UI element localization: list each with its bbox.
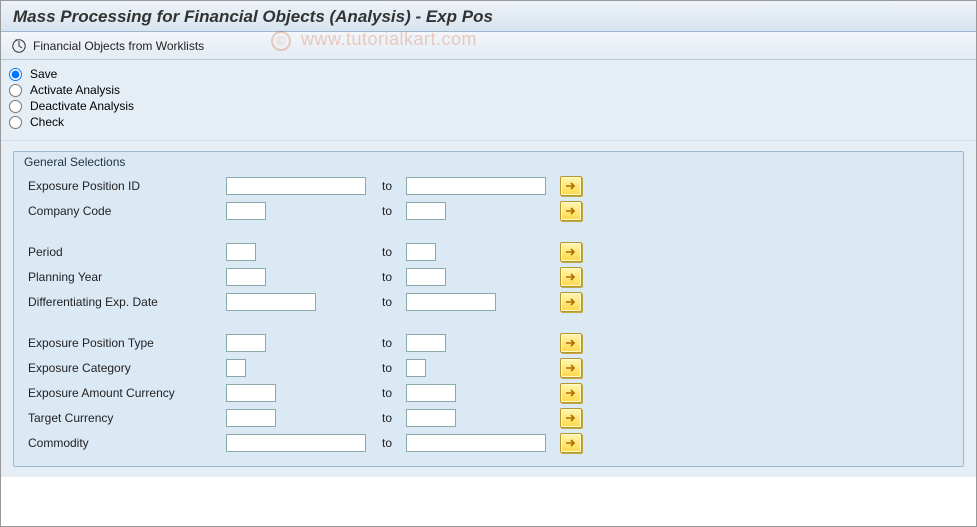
to-label: to xyxy=(376,295,406,309)
arrow-right-icon xyxy=(565,181,577,191)
field-row-exposure_category: Exposure Category to xyxy=(26,356,951,380)
to-label: to xyxy=(376,245,406,259)
action-radio-group: Save Activate Analysis Deactivate Analysis… xyxy=(1,60,976,141)
toolbar: Financial Objects from Worklists xyxy=(1,32,976,60)
radio-save[interactable]: Save xyxy=(9,66,968,82)
exposure_amount_ccy-to-input[interactable] xyxy=(406,384,456,402)
target_currency-multi-select-button[interactable] xyxy=(560,408,582,428)
field-row-company_code: Company Code to xyxy=(26,199,951,223)
field-label: Exposure Amount Currency xyxy=(26,386,226,400)
field-row-exposure_position_type: Exposure Position Type to xyxy=(26,331,951,355)
to-label: to xyxy=(376,179,406,193)
target_currency-to-input[interactable] xyxy=(406,409,456,427)
radio-input-check[interactable] xyxy=(9,116,22,129)
to-label: to xyxy=(376,411,406,425)
group-title: General Selections xyxy=(24,155,125,169)
planning_year-to-input[interactable] xyxy=(406,268,446,286)
general-selections-group: General Selections Exposure Position ID t… xyxy=(13,151,964,467)
to-label: to xyxy=(376,336,406,350)
arrow-right-icon xyxy=(565,206,577,216)
field-label: Differentiating Exp. Date xyxy=(26,295,226,309)
to-label: to xyxy=(376,204,406,218)
company_code-multi-select-button[interactable] xyxy=(560,201,582,221)
radio-input-activate[interactable] xyxy=(9,84,22,97)
field-row-target_currency: Target Currency to xyxy=(26,406,951,430)
radio-activate[interactable]: Activate Analysis xyxy=(9,82,968,98)
arrow-right-icon xyxy=(565,272,577,282)
period-to-input[interactable] xyxy=(406,243,436,261)
spacer xyxy=(26,224,951,240)
radio-label: Deactivate Analysis xyxy=(30,99,134,113)
field-label: Company Code xyxy=(26,204,226,218)
exposure_category-to-input[interactable] xyxy=(406,359,426,377)
arrow-right-icon xyxy=(565,438,577,448)
spacer xyxy=(26,315,951,331)
field-row-exposure_position_id: Exposure Position ID to xyxy=(26,174,951,198)
content-area: General Selections Exposure Position ID t… xyxy=(1,141,976,477)
to-label: to xyxy=(376,270,406,284)
exposure_amount_ccy-from-input[interactable] xyxy=(226,384,276,402)
field-row-commodity: Commodity to xyxy=(26,431,951,455)
toolbar-item-worklists[interactable]: Financial Objects from Worklists xyxy=(33,39,204,53)
company_code-from-input[interactable] xyxy=(226,202,266,220)
target_currency-from-input[interactable] xyxy=(226,409,276,427)
field-label: Commodity xyxy=(26,436,226,450)
field-label: Planning Year xyxy=(26,270,226,284)
commodity-to-input[interactable] xyxy=(406,434,546,452)
exposure_category-from-input[interactable] xyxy=(226,359,246,377)
planning_year-from-input[interactable] xyxy=(226,268,266,286)
title-bar: Mass Processing for Financial Objects (A… xyxy=(1,1,976,32)
radio-check[interactable]: Check xyxy=(9,114,968,130)
field-row-diff_exp_date: Differentiating Exp. Date to xyxy=(26,290,951,314)
radio-label: Activate Analysis xyxy=(30,83,120,97)
exposure_position_type-from-input[interactable] xyxy=(226,334,266,352)
to-label: to xyxy=(376,436,406,450)
to-label: to xyxy=(376,386,406,400)
radio-input-deactivate[interactable] xyxy=(9,100,22,113)
arrow-right-icon xyxy=(565,247,577,257)
commodity-multi-select-button[interactable] xyxy=(560,433,582,453)
exposure_position_type-multi-select-button[interactable] xyxy=(560,333,582,353)
field-label: Exposure Position Type xyxy=(26,336,226,350)
exposure_category-multi-select-button[interactable] xyxy=(560,358,582,378)
radio-label: Check xyxy=(30,115,64,129)
radio-input-save[interactable] xyxy=(9,68,22,81)
field-label: Period xyxy=(26,245,226,259)
page-title: Mass Processing for Financial Objects (A… xyxy=(13,7,493,26)
field-row-planning_year: Planning Year to xyxy=(26,265,951,289)
diff_exp_date-multi-select-button[interactable] xyxy=(560,292,582,312)
company_code-to-input[interactable] xyxy=(406,202,446,220)
field-label: Target Currency xyxy=(26,411,226,425)
field-row-exposure_amount_ccy: Exposure Amount Currency to xyxy=(26,381,951,405)
arrow-right-icon xyxy=(565,413,577,423)
planning_year-multi-select-button[interactable] xyxy=(560,267,582,287)
execute-icon[interactable] xyxy=(11,38,27,54)
arrow-right-icon xyxy=(565,388,577,398)
radio-deactivate[interactable]: Deactivate Analysis xyxy=(9,98,968,114)
radio-label: Save xyxy=(30,67,57,81)
period-from-input[interactable] xyxy=(226,243,256,261)
diff_exp_date-to-input[interactable] xyxy=(406,293,496,311)
exposure_position_id-to-input[interactable] xyxy=(406,177,546,195)
arrow-right-icon xyxy=(565,363,577,373)
exposure_position_type-to-input[interactable] xyxy=(406,334,446,352)
commodity-from-input[interactable] xyxy=(226,434,366,452)
diff_exp_date-from-input[interactable] xyxy=(226,293,316,311)
to-label: to xyxy=(376,361,406,375)
exposure_position_id-from-input[interactable] xyxy=(226,177,366,195)
exposure_position_id-multi-select-button[interactable] xyxy=(560,176,582,196)
arrow-right-icon xyxy=(565,338,577,348)
period-multi-select-button[interactable] xyxy=(560,242,582,262)
field-label: Exposure Position ID xyxy=(26,179,226,193)
field-label: Exposure Category xyxy=(26,361,226,375)
arrow-right-icon xyxy=(565,297,577,307)
exposure_amount_ccy-multi-select-button[interactable] xyxy=(560,383,582,403)
field-row-period: Period to xyxy=(26,240,951,264)
